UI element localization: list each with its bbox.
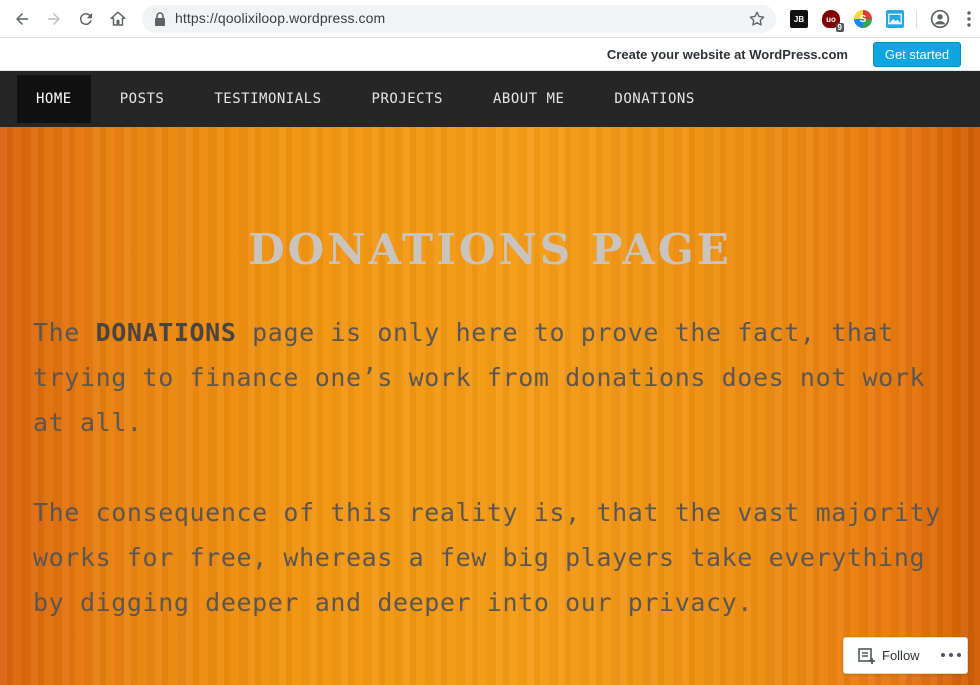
image-extension-icon[interactable] (886, 10, 904, 28)
bookmark-star-icon[interactable] (748, 10, 766, 28)
browser-menu-icon[interactable] (964, 10, 974, 28)
s-extension-icon[interactable]: S (854, 10, 872, 28)
home-button[interactable] (106, 7, 130, 31)
jetbrains-extension-icon[interactable]: JB (790, 10, 808, 28)
extension-badge: 9 (835, 23, 844, 32)
get-started-button[interactable]: Get started (873, 42, 961, 67)
reload-icon (79, 13, 92, 26)
wordpress-promo-bar: Create your website at WordPress.com Get… (0, 39, 980, 71)
picture-icon (888, 13, 902, 25)
lock-icon (155, 12, 165, 26)
home-icon (110, 11, 126, 26)
reader-follow-icon (858, 648, 875, 664)
page-title: DONATIONS PAGE (248, 225, 732, 274)
nav-item-posts[interactable]: POSTS (101, 75, 184, 123)
hero-section: DONATIONS PAGE The DONATIONS page is onl… (0, 127, 980, 685)
site-navigation: HOME POSTS TESTIMONIALS PROJECTS ABOUT M… (0, 71, 980, 127)
wordpress-promo-link[interactable]: Create your website at WordPress.com (607, 47, 848, 62)
forward-button[interactable] (42, 7, 66, 31)
reload-button[interactable] (74, 7, 98, 31)
nav-item-testimonials[interactable]: TESTIMONIALS (195, 75, 340, 123)
ublock-extension-icon[interactable]: uo 9 (822, 10, 844, 32)
nav-item-home[interactable]: HOME (17, 75, 91, 123)
nav-item-projects[interactable]: PROJECTS (353, 75, 462, 123)
consequence-paragraph: The consequence of this reality is, that… (33, 498, 941, 617)
more-options-icon[interactable] (940, 648, 962, 662)
profile-icon[interactable] (930, 9, 950, 29)
arrow-left-icon (16, 13, 28, 25)
url-text: https://qoolixiloop.wordpress.com (175, 10, 386, 26)
browser-toolbar: https://qoolixiloop.wordpress.com JB uo … (0, 0, 980, 38)
follow-widget[interactable]: Follow (843, 637, 968, 674)
donations-emphasis: DONATIONS (95, 318, 237, 347)
back-button[interactable] (10, 7, 34, 31)
arrow-right-icon (48, 13, 60, 25)
intro-paragraph: The DONATIONS page is only here to prove… (33, 318, 926, 437)
toolbar-divider (916, 10, 917, 28)
address-bar[interactable]: https://qoolixiloop.wordpress.com (142, 5, 776, 33)
nav-item-about-me[interactable]: ABOUT ME (474, 75, 583, 123)
nav-item-donations[interactable]: DONATIONS (595, 75, 713, 123)
follow-button[interactable]: Follow (882, 648, 920, 663)
